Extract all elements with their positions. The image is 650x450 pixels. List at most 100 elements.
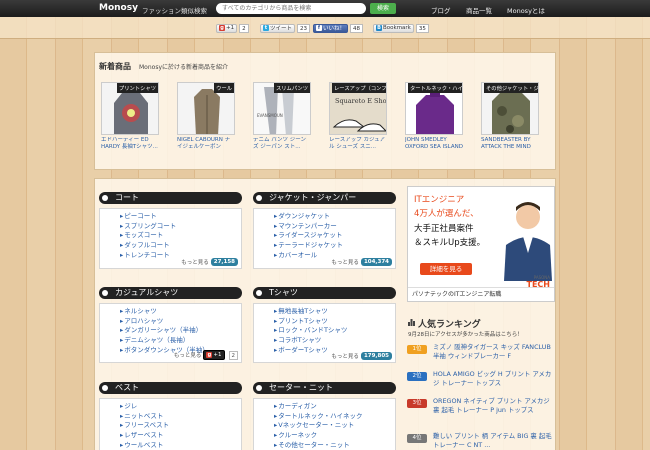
- category-link[interactable]: ジレ: [120, 402, 237, 412]
- gplus-popup-count: 2: [228, 350, 238, 360]
- category-link[interactable]: レザーベスト: [120, 431, 237, 441]
- product-card[interactable]: Squareto E Shoes レースアップ（コンフォート） レースアップ カ…: [329, 82, 387, 156]
- like-count: 48: [350, 23, 364, 33]
- search-button[interactable]: 検索: [370, 3, 396, 14]
- nav-blog[interactable]: ブログ: [431, 5, 451, 15]
- category-header[interactable]: コート: [99, 192, 242, 204]
- category-link[interactable]: ネルシャツ: [120, 307, 237, 317]
- share-bar: g +1 2 t ツイート 23 f いいね！ 48 B Bookmark 35: [0, 17, 650, 39]
- ranking-item-link[interactable]: ミズノ 阪神タイガース キッズ FANCLUB 半袖 ウィンドブレーカー F: [433, 343, 555, 361]
- ad-headline: ITエンジニア: [414, 195, 465, 205]
- ranking-item[interactable]: 2位 HOLA AMIGO ビッグ H プリント アメカジ トレーナー トップス: [407, 370, 555, 390]
- product-name-link[interactable]: エドハーディー ED HARDY 長袖Tシャツ...: [101, 137, 159, 153]
- product-thumbnail[interactable]: プリントシャツ: [101, 82, 159, 135]
- product-card[interactable]: プリントシャツ エドハーディー ED HARDY 長袖Tシャツ...: [101, 82, 159, 156]
- category-link[interactable]: ロック・バンドTシャツ: [274, 326, 391, 336]
- bookmark-button[interactable]: B Bookmark: [373, 23, 414, 33]
- product-card[interactable]: EVANSMOUN スリムパンツ デニム パンツ ジーンズ ジーパン スト...: [253, 82, 311, 156]
- category-link[interactable]: クルーネック: [274, 431, 391, 441]
- ranking-item-link[interactable]: OREGON ネイティブ プリント アメカジ 裏 起毛 トレーナー P jun …: [433, 397, 555, 415]
- category-link[interactable]: カーディガン: [274, 402, 391, 412]
- ranking-item[interactable]: 4位 難しい プリント 柄 アイテム BIG 裏 起毛 トレーナー C NT .…: [407, 432, 555, 450]
- category-header[interactable]: ベスト: [99, 382, 242, 394]
- see-more-link[interactable]: もっと見る 179,805: [331, 352, 392, 360]
- ranking-item-link[interactable]: 難しい プリント 柄 アイテム BIG 裏 起毛 トレーナー C NT ...: [433, 432, 555, 450]
- category-tshirt: Tシャツ 無地長袖Tシャツ プリントTシャツ ロック・バンドTシャツ コラボTシ…: [253, 287, 396, 363]
- product-name-link[interactable]: レースアップ カジュアル シューズ スニ...: [329, 137, 387, 153]
- nav-about[interactable]: Monosyとは: [507, 5, 545, 15]
- category-ribbon: タートルネック・ハイネック: [408, 83, 462, 93]
- product-thumbnail[interactable]: ウール: [177, 82, 235, 135]
- category-link[interactable]: ダッフルコート: [120, 241, 237, 251]
- ranking-bars-icon: [408, 319, 415, 326]
- category-link[interactable]: テーラードジャケット: [274, 241, 391, 251]
- ranking-item-link[interactable]: HOLA AMIGO ビッグ H プリント アメカジ トレーナー トップス: [433, 370, 555, 388]
- tweet-button[interactable]: t ツイート: [260, 23, 296, 33]
- product-card[interactable]: タートルネック・ハイネック JOHN SMEDLEY OXFORD SEA IS…: [405, 82, 463, 156]
- see-more-link[interactable]: もっと見る 104,374: [331, 258, 392, 266]
- like-button[interactable]: f いいね！: [313, 23, 349, 33]
- rank-badge: 2位: [407, 372, 427, 381]
- category-link[interactable]: コラボTシャツ: [274, 336, 391, 346]
- category-list-box: ジレ ニットベスト フリースベスト レザーベスト ウールベスト: [99, 398, 242, 450]
- ad-details-button[interactable]: 詳細を見る: [420, 263, 472, 275]
- gplus-popup-button[interactable]: g +1: [203, 350, 225, 360]
- ad-headline: 大手正社員案件: [414, 224, 474, 234]
- category-link[interactable]: アロハシャツ: [120, 317, 237, 327]
- see-more-link[interactable]: もっと見る g +1 2: [174, 350, 238, 360]
- category-link[interactable]: デニムシャツ（長袖）: [120, 336, 237, 346]
- category-link[interactable]: マウンテンパーカー: [274, 222, 391, 232]
- product-thumbnail[interactable]: Squareto E Shoes レースアップ（コンフォート）: [329, 82, 387, 135]
- category-link[interactable]: ウールベスト: [120, 441, 237, 450]
- product-card[interactable]: その他ジャケット・ジャンパー SANDBEASTER BY ATTACK THE…: [481, 82, 539, 156]
- category-link[interactable]: その他セーター・ニット: [274, 441, 391, 450]
- gplus-button[interactable]: g +1: [216, 23, 238, 33]
- category-link[interactable]: フリースベスト: [120, 421, 237, 431]
- see-more-link[interactable]: もっと見る 27,158: [181, 258, 238, 266]
- bullet-icon: [256, 290, 262, 296]
- product-thumbnail[interactable]: その他ジャケット・ジャンパー: [481, 82, 539, 135]
- product-name-link[interactable]: NIGEL CABOURN ナイジェルケーボン: [177, 137, 235, 153]
- bullet-icon: [102, 290, 108, 296]
- product-card[interactable]: ウール NIGEL CABOURN ナイジェルケーボン: [177, 82, 235, 156]
- twitter-share[interactable]: t ツイート 23: [260, 23, 311, 33]
- bullet-icon: [256, 385, 262, 391]
- category-link[interactable]: ライダースジャケット: [274, 231, 391, 241]
- category-link[interactable]: ダンガリーシャツ（半袖）: [120, 326, 237, 336]
- category-header[interactable]: セーター・ニット: [253, 382, 396, 394]
- category-link[interactable]: ピーコート: [120, 212, 237, 222]
- product-thumbnail[interactable]: タートルネック・ハイネック: [405, 82, 463, 135]
- ranking-item[interactable]: 3位 OREGON ネイティブ プリント アメカジ 裏 起毛 トレーナー P j…: [407, 397, 555, 417]
- category-header[interactable]: ジャケット・ジャンパー: [253, 192, 396, 204]
- category-ribbon: プリントシャツ: [116, 83, 158, 93]
- job-ad-banner[interactable]: ITエンジニア 4万人が選んだ、 大手正社員案件 ＆スキルUp支援。 詳細を見る…: [407, 186, 555, 302]
- item-count-badge: 179,805: [360, 352, 392, 360]
- nav-products[interactable]: 商品一覧: [466, 5, 492, 15]
- ad-caption-link[interactable]: パソナテックのITエンジニア転職: [408, 287, 554, 301]
- product-name-link[interactable]: JOHN SMEDLEY OXFORD SEA ISLAND: [405, 137, 463, 153]
- category-list-box: 無地長袖Tシャツ プリントTシャツ ロック・バンドTシャツ コラボTシャツ ボー…: [253, 303, 396, 363]
- category-link[interactable]: モッズコート: [120, 231, 237, 241]
- search-input[interactable]: [216, 3, 366, 14]
- gplus-count: 2: [239, 23, 249, 33]
- hatena-share[interactable]: B Bookmark 35: [373, 23, 429, 33]
- product-thumbnail[interactable]: EVANSMOUN スリムパンツ: [253, 82, 311, 135]
- category-link[interactable]: プリントTシャツ: [274, 317, 391, 327]
- category-header[interactable]: Tシャツ: [253, 287, 396, 299]
- category-header[interactable]: カジュアルシャツ: [99, 287, 242, 299]
- ranking-item[interactable]: 1位 ミズノ 阪神タイガース キッズ FANCLUB 半袖 ウィンドブレーカー …: [407, 343, 555, 363]
- gplus-share[interactable]: g +1 2: [216, 23, 249, 33]
- category-link[interactable]: Vネックセーター・ニット: [274, 421, 391, 431]
- site-logo[interactable]: Monosy: [99, 3, 138, 13]
- rank-badge: 3位: [407, 399, 427, 408]
- category-link[interactable]: 無地長袖Tシャツ: [274, 307, 391, 317]
- bookmark-count: 35: [415, 23, 429, 33]
- category-link[interactable]: ダウンジャケット: [274, 212, 391, 222]
- category-link[interactable]: ニットベスト: [120, 412, 237, 422]
- facebook-share[interactable]: f いいね！ 48: [313, 23, 364, 33]
- category-link[interactable]: タートルネック・ハイネック: [274, 412, 391, 422]
- rank-badge: 1位: [407, 345, 427, 354]
- category-link[interactable]: スプリングコート: [120, 222, 237, 232]
- product-name-link[interactable]: デニム パンツ ジーンズ ジーパン スト...: [253, 137, 311, 153]
- product-name-link[interactable]: SANDBEASTER BY ATTACK THE MIND: [481, 137, 539, 153]
